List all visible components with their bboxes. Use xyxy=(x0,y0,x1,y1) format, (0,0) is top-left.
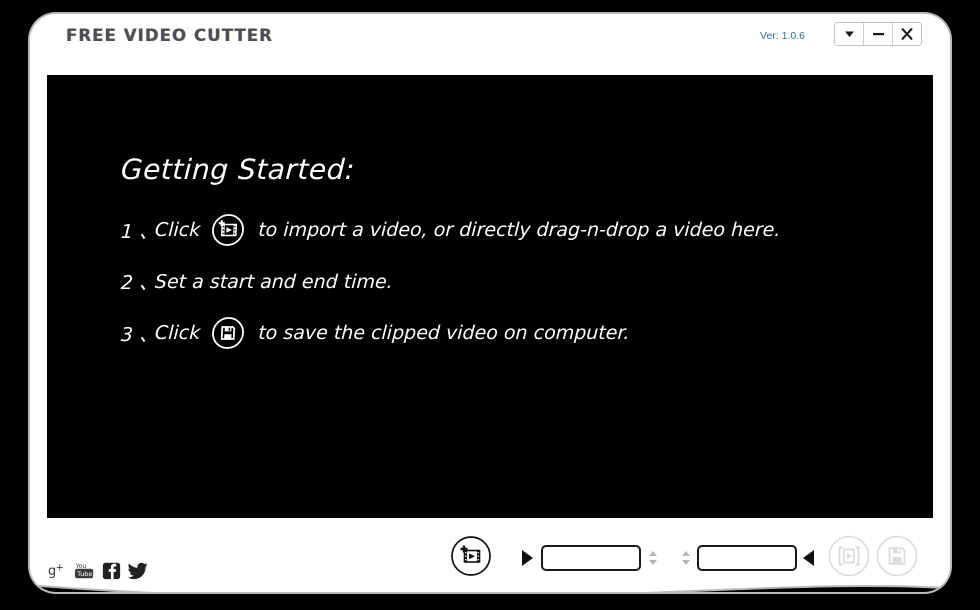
step-3: 3 、 Click to save the clipped video on c… xyxy=(120,315,912,351)
start-time-stepper-down-icon[interactable] xyxy=(648,560,657,565)
step-3-text-before: Click xyxy=(154,322,201,344)
facebook-icon[interactable] xyxy=(102,561,121,580)
start-time-field[interactable] xyxy=(541,545,641,571)
step-1-text-before: Click xyxy=(154,219,201,241)
step-3-text-after: to save the clipped video on computer. xyxy=(257,322,631,344)
start-time-input[interactable] xyxy=(541,545,641,571)
close-button[interactable] xyxy=(893,23,921,45)
close-icon xyxy=(901,28,913,40)
preview-clip-button[interactable] xyxy=(827,534,871,582)
step-3-number: 3 、 xyxy=(120,323,159,346)
window-shell: FREE VIDEO CUTTER Ver: 1.0.6 Getting Sta… xyxy=(30,14,950,592)
control-bar: g + You Tube xyxy=(30,519,950,592)
menu-button[interactable] xyxy=(835,23,864,45)
end-marker-icon xyxy=(803,550,814,566)
save-floppy-icon xyxy=(209,315,247,351)
window-shell-clip: FREE VIDEO CUTTER Ver: 1.0.6 Getting Sta… xyxy=(30,14,950,592)
add-video-icon xyxy=(450,535,492,581)
app-title: FREE VIDEO CUTTER xyxy=(66,26,273,45)
step-2-number: 2 、 xyxy=(120,272,159,294)
window-button-group xyxy=(834,22,922,46)
start-time-stepper[interactable] xyxy=(647,545,658,571)
step-2-text: Set a start and end time. xyxy=(154,270,394,293)
end-time-stepper-down-icon[interactable] xyxy=(681,560,690,565)
google-plus-icon[interactable]: g + xyxy=(48,561,67,580)
end-time-stepper-up-icon[interactable] xyxy=(681,551,690,556)
save-floppy-icon xyxy=(875,534,919,582)
chevron-down-icon xyxy=(844,30,855,38)
svg-text:Tube: Tube xyxy=(76,570,92,578)
video-stage[interactable]: Getting Started: 1 、 Click to import a v… xyxy=(47,75,933,518)
start-marker-icon xyxy=(522,550,533,566)
start-time-stepper-up-icon[interactable] xyxy=(648,551,657,556)
step-1: 1 、 Click to import a video, or directly… xyxy=(120,212,912,248)
app-window: FREE VIDEO CUTTER Ver: 1.0.6 Getting Sta… xyxy=(0,0,980,610)
end-time-input[interactable] xyxy=(697,545,797,571)
preview-clip-icon xyxy=(827,534,871,582)
import-video-icon xyxy=(209,212,247,248)
youtube-icon[interactable]: You Tube xyxy=(74,561,95,580)
minimize-button[interactable] xyxy=(864,23,893,45)
version-label: Ver: 1.0.6 xyxy=(760,30,805,42)
twitter-icon[interactable] xyxy=(128,561,148,580)
getting-started-panel: Getting Started: 1 、 Click to import a v… xyxy=(120,153,912,371)
title-bar: FREE VIDEO CUTTER Ver: 1.0.6 xyxy=(30,14,950,74)
step-1-number: 1 、 xyxy=(120,220,159,243)
step-1-text-after: to import a video, or directly drag-n-dr… xyxy=(257,219,781,241)
end-time-stepper[interactable] xyxy=(680,545,691,571)
svg-text:+: + xyxy=(56,563,64,574)
transport-controls xyxy=(450,535,918,581)
social-links: g + You Tube xyxy=(48,561,148,580)
page-title: Getting Started: xyxy=(120,153,356,186)
save-clip-button[interactable] xyxy=(875,534,919,582)
minimize-icon xyxy=(872,30,885,38)
step-2: 2 、 Set a start and end time. xyxy=(120,268,911,295)
end-time-field[interactable] xyxy=(697,545,797,571)
add-video-button[interactable] xyxy=(450,535,492,581)
